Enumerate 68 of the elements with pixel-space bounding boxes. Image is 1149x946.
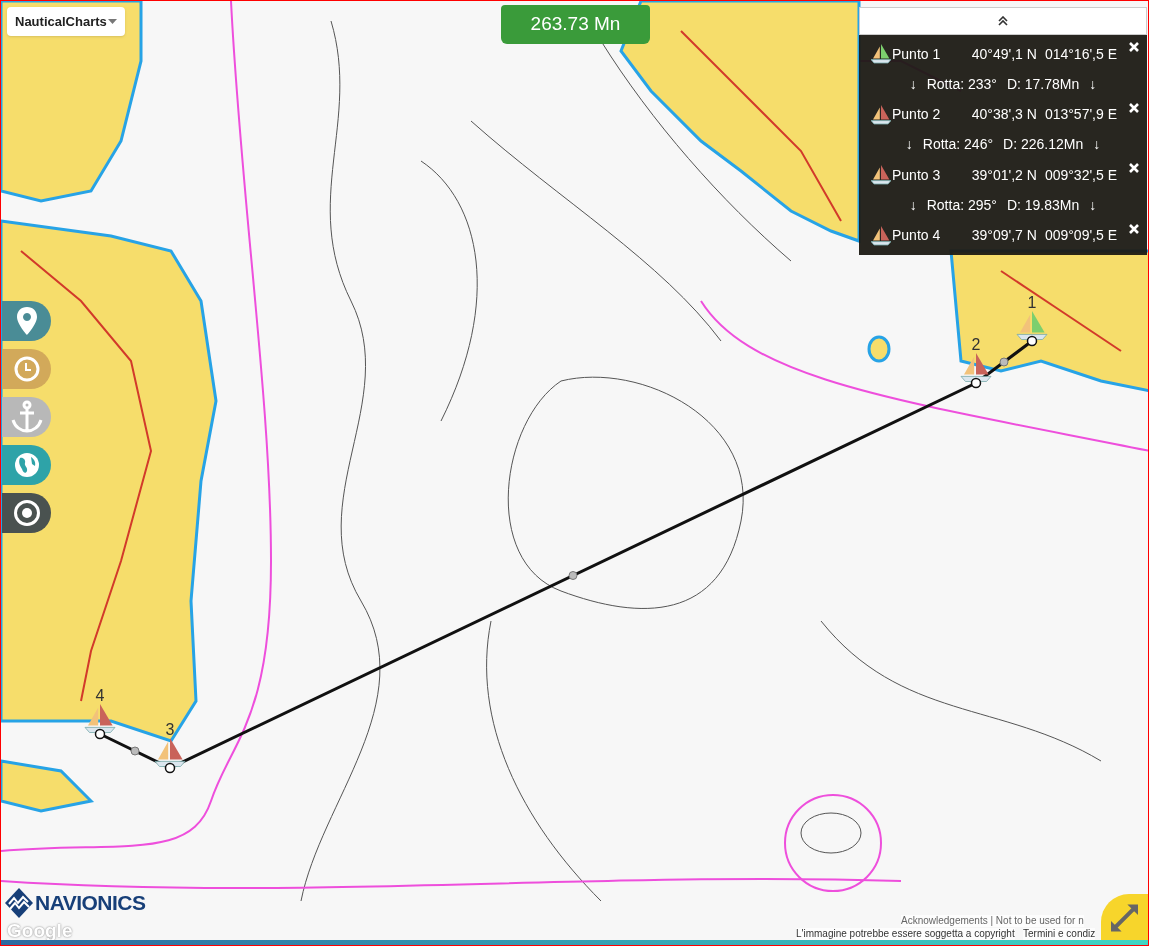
waypoint-number: 4 bbox=[95, 687, 105, 704]
anchor-icon bbox=[9, 400, 44, 434]
google-logo: Google bbox=[7, 919, 73, 943]
chart-selector[interactable]: NauticalCharts bbox=[7, 7, 125, 36]
location-pin-button[interactable] bbox=[2, 301, 51, 341]
waypoint-handle[interactable] bbox=[164, 762, 176, 774]
arrow-down: ↓ bbox=[1089, 74, 1097, 94]
fullscreen-button[interactable] bbox=[1101, 894, 1148, 940]
arrow-down: ↓ bbox=[909, 196, 917, 216]
waypoint-longitude: 009°32',5 E bbox=[1044, 165, 1117, 185]
waypoint-latitude: 40°49',1 N bbox=[970, 44, 1037, 64]
remove-waypoint-button[interactable] bbox=[1129, 102, 1139, 113]
waypoint-longitude: 009°09',5 E bbox=[1044, 226, 1117, 246]
remove-waypoint-button[interactable] bbox=[1129, 223, 1139, 234]
waypoint-latitude: 39°01',2 N bbox=[970, 165, 1037, 185]
leg-course: Rotta: 246° bbox=[922, 135, 993, 155]
close-icon bbox=[1129, 163, 1139, 174]
waypoint-latitude: 40°38',3 N bbox=[970, 105, 1037, 125]
navionics-logo: NAVIONICS bbox=[35, 890, 146, 916]
arrow-down: ↓ bbox=[905, 135, 913, 155]
waypoint-longitude: 014°16',5 E bbox=[1044, 44, 1117, 64]
waypoint-name: Punto 3 bbox=[892, 165, 942, 185]
waypoint-longitude: 013°57',9 E bbox=[1044, 105, 1117, 125]
arrow-down: ↓ bbox=[1093, 135, 1101, 155]
close-icon bbox=[1129, 223, 1139, 234]
leg-distance: D: 19.83Mn bbox=[1006, 196, 1080, 216]
waypoint-handle[interactable] bbox=[94, 728, 106, 740]
leg-midpoint-handle[interactable] bbox=[999, 357, 1009, 367]
leg-distance: D: 226.12Mn bbox=[1003, 135, 1084, 155]
waypoint-name: Punto 4 bbox=[892, 226, 942, 246]
waypoint-latitude: 39°09',7 N bbox=[970, 226, 1037, 246]
waypoint-number: 3 bbox=[165, 721, 175, 738]
leg-midpoint-handle[interactable] bbox=[130, 746, 140, 756]
close-icon bbox=[1129, 42, 1139, 53]
target-icon bbox=[12, 499, 41, 527]
double-chevron-up-icon bbox=[998, 16, 1008, 26]
copyright-notice: L'immagine potrebbe essere soggetta a copyright bbox=[796, 928, 1015, 940]
expand-arrows-icon bbox=[1111, 904, 1138, 932]
waypoint-name: Punto 1 bbox=[892, 44, 942, 64]
sailboat-marker[interactable] bbox=[960, 353, 992, 382]
acknowledgements-link[interactable]: Acknowledgements | Not to be used for n bbox=[901, 915, 1084, 927]
sailboat-marker[interactable] bbox=[154, 738, 186, 767]
sailboat-marker[interactable] bbox=[84, 704, 116, 733]
waypoint-number: 1 bbox=[1027, 294, 1037, 311]
leg-course: Rotta: 233° bbox=[926, 74, 997, 94]
island bbox=[867, 335, 891, 363]
leg-midpoint-handle[interactable] bbox=[568, 571, 578, 580]
close-icon bbox=[1129, 102, 1139, 113]
location-pin-icon bbox=[16, 307, 37, 335]
waypoint-name: Punto 2 bbox=[892, 105, 942, 125]
terms-link[interactable]: Termini e condiz bbox=[1023, 928, 1096, 940]
caret-icon bbox=[108, 19, 117, 24]
navionics-logo-icon bbox=[5, 887, 33, 918]
arrow-down: ↓ bbox=[1089, 196, 1097, 216]
leg-course: Rotta: 295° bbox=[926, 196, 997, 216]
leg-distance: D: 17.78Mn bbox=[1006, 74, 1080, 94]
arrow-down: ↓ bbox=[909, 74, 917, 94]
target-button[interactable] bbox=[2, 493, 51, 533]
remove-waypoint-button[interactable] bbox=[1129, 163, 1139, 174]
waypoint-handle[interactable] bbox=[970, 377, 982, 389]
remove-waypoint-button[interactable] bbox=[1129, 42, 1139, 53]
globe-button[interactable] bbox=[2, 445, 51, 485]
sailboat-marker[interactable] bbox=[1016, 311, 1048, 340]
waypoint-handle[interactable] bbox=[1026, 335, 1038, 347]
globe-icon bbox=[13, 452, 40, 478]
clock-icon bbox=[13, 356, 40, 382]
total-distance-badge: 263.73 Mn bbox=[501, 5, 650, 44]
waypoint-number: 2 bbox=[971, 336, 981, 353]
